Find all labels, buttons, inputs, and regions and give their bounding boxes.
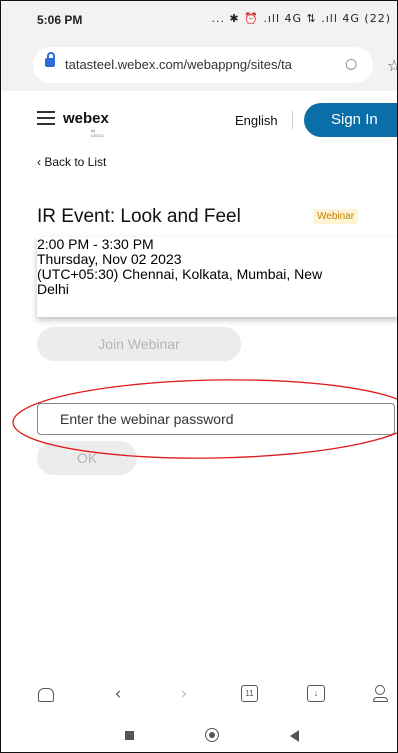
status-icons: ... ✱ ⏰ .ıll 4G ⇅ .ıll 4G (22) [211,12,391,25]
url-text[interactable]: tatasteel.webex.com/webappng/sites/ta [65,57,330,72]
language-selector[interactable]: English [235,113,278,128]
header-divider [292,111,293,129]
share-icon[interactable]: ☆ [387,56,397,75]
brand-sub: by CISCO [91,128,104,138]
hamburger-menu-icon[interactable] [37,111,55,125]
ok-button[interactable]: OK [37,441,137,475]
system-navigation-bar [1,716,397,752]
sign-in-button[interactable]: Sign In [304,103,397,137]
back-to-list-link[interactable]: ‹ Back to List [37,155,106,169]
browser-url-bar: tatasteel.webex.com/webappng/sites/ta ○ … [1,39,397,91]
phone-screen: 5:06 PM ... ✱ ⏰ .ıll 4G ⇅ .ıll 4G (22) t… [0,0,398,753]
home-icon[interactable] [38,688,54,702]
browser-bottom-bar: ‹ › 11 ↓ [1,673,397,716]
forward-arrow-icon[interactable]: › [173,683,195,705]
join-webinar-button[interactable]: Join Webinar [37,327,241,361]
lock-icon [45,52,55,67]
download-icon[interactable]: ↓ [307,685,325,702]
recent-apps-icon[interactable] [125,731,134,740]
home-circle-icon[interactable] [205,728,219,742]
address-field[interactable]: tatasteel.webex.com/webappng/sites/ta ○ [33,47,373,83]
event-time-range: 2:00 PM - 3:30 PM [37,236,154,252]
event-timezone-line1: (UTC+05:30) Chennai, Kolkata, Mumbai, Ne… [37,266,323,282]
profile-icon[interactable] [373,685,388,702]
event-details-card: 2:00 PM - 3:30 PM Thursday, Nov 02 2023 … [37,236,397,317]
status-bar: 5:06 PM ... ✱ ⏰ .ıll 4G ⇅ .ıll 4G (22) [1,1,397,39]
page-title: IR Event: Look and Feel [37,206,241,227]
tabs-count-icon[interactable]: 11 [241,685,258,702]
event-timezone-line2: Delhi [37,281,69,297]
back-triangle-icon[interactable] [290,730,299,742]
webex-logo: webex by CISCO [63,110,109,138]
webinar-badge: Webinar [313,209,359,224]
reload-icon[interactable]: ○ [345,56,357,72]
status-time: 5:06 PM [37,13,83,27]
webinar-password-input[interactable]: Enter the webinar password [37,403,395,435]
back-arrow-icon[interactable]: ‹ [107,683,129,705]
event-date: Thursday, Nov 02 2023 [37,251,182,267]
webex-header: webex by CISCO English Sign In [1,91,397,146]
